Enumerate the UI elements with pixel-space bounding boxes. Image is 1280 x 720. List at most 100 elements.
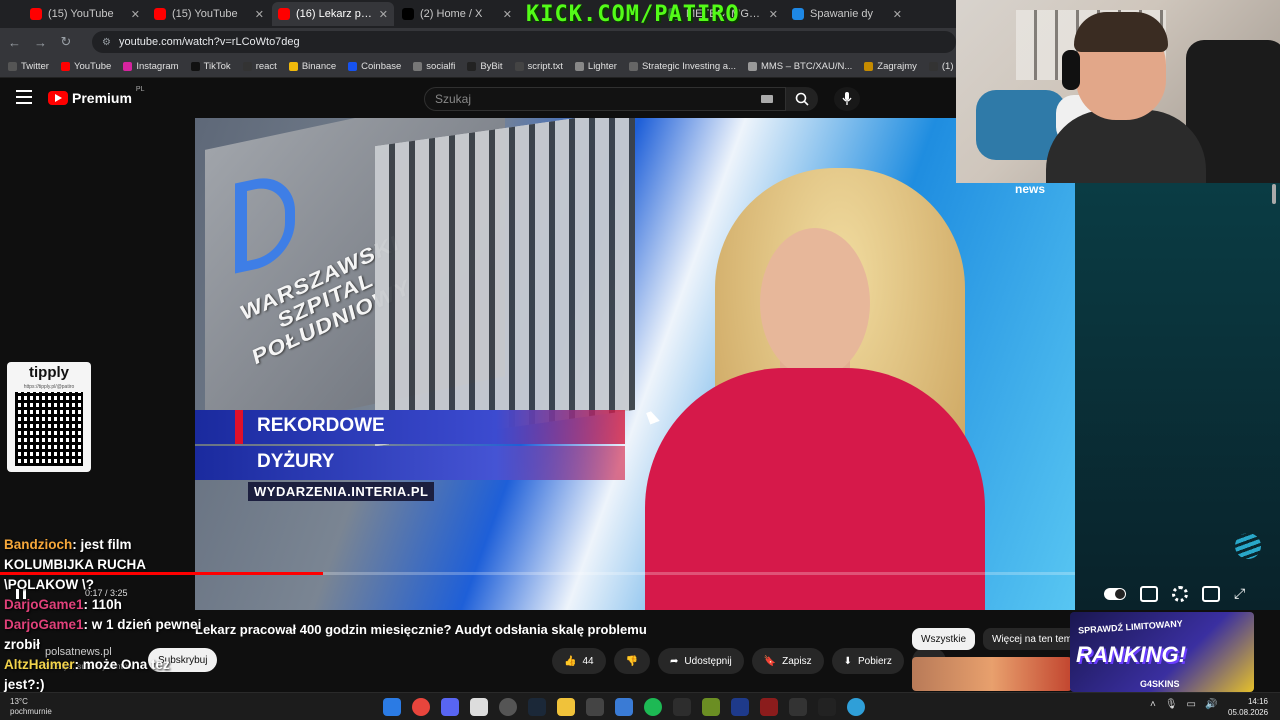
- site-info-icon[interactable]: ⚙: [102, 37, 111, 48]
- bookmark-favicon-icon: [413, 62, 423, 71]
- chip-all[interactable]: Wszystkie: [912, 628, 975, 650]
- back-arrow-icon[interactable]: ←: [8, 35, 21, 50]
- weather-temp: 13°C: [10, 697, 28, 706]
- share-button[interactable]: ➦ Udostępnij: [658, 648, 744, 674]
- bookmark-item[interactable]: Binance: [288, 61, 336, 72]
- lower-third-accent: [235, 410, 243, 444]
- recorder-icon[interactable]: [760, 698, 778, 716]
- nl-app-icon[interactable]: [789, 698, 807, 716]
- bookmark-item[interactable]: Strategic Investing a...: [628, 61, 736, 72]
- keyboard-icon[interactable]: [761, 95, 773, 103]
- like-button[interactable]: 👍 44: [552, 648, 606, 674]
- tab-close-icon[interactable]: ✕: [503, 8, 512, 21]
- search-input[interactable]: Szukaj: [424, 87, 786, 111]
- bookmark-label: script.txt: [527, 61, 563, 72]
- bookmark-item[interactable]: ByBit: [467, 61, 503, 72]
- bookmark-item[interactable]: Twitter: [8, 61, 49, 72]
- microphone-tray-icon[interactable]: 🎙: [1165, 699, 1178, 710]
- tab-close-icon[interactable]: ✕: [255, 8, 264, 21]
- spotify-icon[interactable]: [644, 698, 662, 716]
- terminal-icon[interactable]: [673, 698, 691, 716]
- network-icon[interactable]: ▭: [1187, 699, 1196, 710]
- streamer-shirt: [1046, 110, 1206, 183]
- bookmark-item[interactable]: (1) DeFi Warhol on...: [928, 61, 956, 72]
- tab-close-icon[interactable]: ✕: [893, 8, 902, 21]
- stream-overlay-url: KICK.COM/PATIRO: [526, 2, 740, 27]
- app-icon[interactable]: [615, 698, 633, 716]
- share-label: Udostępnij: [684, 655, 732, 667]
- related-video-thumbnail[interactable]: [912, 657, 1072, 691]
- ad-line-2: RANKING!: [1076, 642, 1186, 667]
- chat-username: AltzHaimer: [4, 657, 75, 672]
- bookmark-item[interactable]: react: [242, 61, 277, 72]
- search-button[interactable]: [786, 87, 818, 111]
- bookmark-item[interactable]: TikTok: [190, 61, 231, 72]
- obs-icon[interactable]: [499, 698, 517, 716]
- windows-start-icon[interactable]: [383, 698, 401, 716]
- bookmark-item[interactable]: MMS – BTC/XAU/N...: [747, 61, 853, 72]
- sponsor-ad-overlay: SPRAWDŹ LIMITOWANY RANKING! G4SKINS: [1070, 612, 1254, 692]
- telegram-icon[interactable]: [847, 698, 865, 716]
- video-player[interactable]: WARSZAWSKI SZPITAL POŁUDNIOWY REKORDOWE DY…: [195, 118, 1075, 610]
- chat-username: DarjoGame1: [4, 617, 84, 632]
- notepad-icon[interactable]: [470, 698, 488, 716]
- reload-icon[interactable]: ↻: [60, 34, 72, 50]
- bookmark-item[interactable]: socialfi: [413, 61, 455, 72]
- tab-title: (2) Home / X: [420, 8, 483, 20]
- browser-tab[interactable]: (16) Lekarz praco ✕: [272, 2, 394, 26]
- voice-search-button[interactable]: [834, 87, 860, 111]
- miniplayer-icon[interactable]: [1202, 585, 1220, 602]
- bookmark-item[interactable]: Coinbase: [348, 61, 401, 72]
- dislike-button[interactable]: 👎: [613, 648, 651, 674]
- bookmark-item[interactable]: script.txt: [514, 61, 563, 72]
- page-scrollbar[interactable]: [1272, 184, 1276, 204]
- browser-tab[interactable]: (15) YouTube ✕: [24, 2, 146, 26]
- bookmark-label: MMS – BTC/XAU/N...: [760, 61, 853, 72]
- bookmark-label: Twitter: [21, 61, 49, 72]
- chrome-icon[interactable]: [412, 698, 430, 716]
- tab-close-icon[interactable]: ✕: [379, 8, 388, 21]
- save-button[interactable]: 🔖 Zapisz: [751, 648, 824, 674]
- bookmark-favicon-icon: [628, 62, 638, 71]
- qr-code-icon: [15, 392, 83, 466]
- forward-arrow-icon[interactable]: →: [34, 35, 47, 50]
- browser-tab[interactable]: (2) Home / X ✕: [396, 2, 518, 26]
- address-bar[interactable]: ⚙ youtube.com/watch?v=rLCoWto7deg: [92, 31, 956, 53]
- cursor-app-icon[interactable]: [586, 698, 604, 716]
- subtitles-icon[interactable]: [1140, 585, 1158, 602]
- discord-icon[interactable]: [441, 698, 459, 716]
- bookmark-favicon-icon: [60, 62, 70, 71]
- download-icon: ⬇: [843, 655, 852, 667]
- chat-message: Bandzioch: jest film KOLUMBIJKA RUCHA \P…: [4, 535, 204, 595]
- tab-close-icon[interactable]: ✕: [131, 8, 140, 21]
- tab-title: (16) Lekarz praco: [296, 8, 373, 20]
- like-count: 44: [582, 655, 594, 667]
- weather-widget[interactable]: 13°C pochmurnie: [10, 697, 52, 717]
- menu-hamburger-icon[interactable]: [16, 90, 32, 104]
- game-icon[interactable]: [702, 698, 720, 716]
- tab-favicon-icon: [792, 8, 804, 20]
- youtube-logo[interactable]: Premium PL: [48, 86, 144, 106]
- system-clock[interactable]: 14:16 05.08.2026: [1228, 696, 1268, 718]
- tray-app-icon[interactable]: [818, 698, 836, 716]
- tipply-donation-widget: tipply https://tipply.pl/@patiro: [7, 362, 91, 472]
- tab-close-icon[interactable]: ✕: [769, 8, 778, 21]
- settings-gear-icon[interactable]: [1172, 585, 1188, 602]
- download-button[interactable]: ⬇ Pobierz: [831, 648, 904, 674]
- bookmark-item[interactable]: Instagram: [123, 61, 179, 72]
- autoplay-toggle[interactable]: [1104, 587, 1126, 600]
- browser-tab[interactable]: (15) YouTube ✕: [148, 2, 270, 26]
- chevron-up-icon[interactable]: ˄: [1150, 699, 1156, 710]
- folder-icon[interactable]: [557, 698, 575, 716]
- bookmark-item[interactable]: Zagrajmy: [864, 61, 917, 72]
- browser-tab[interactable]: Spawanie dy ✕: [786, 2, 908, 26]
- youtube-header: Premium PL Szukaj: [0, 78, 956, 120]
- fullscreen-icon[interactable]: ⤢: [1234, 585, 1245, 602]
- steam-icon[interactable]: [528, 698, 546, 716]
- bookmark-item[interactable]: Lighter: [574, 61, 617, 72]
- video-actions: 👍 44 👎 ➦ Udostępnij 🔖 Zapisz ⬇ Pobierz •…: [552, 648, 947, 674]
- volume-icon[interactable]: 🔊: [1205, 699, 1217, 710]
- bookmark-item[interactable]: YouTube: [60, 61, 111, 72]
- bookmark-label: Coinbase: [361, 61, 402, 72]
- xbox-icon[interactable]: [731, 698, 749, 716]
